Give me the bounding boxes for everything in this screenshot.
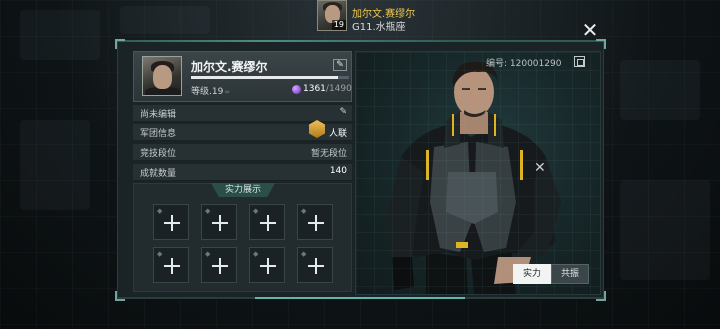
level-max-marker: ∞ xyxy=(224,88,231,96)
background-tile xyxy=(620,60,700,120)
profile-screen: 19 加尔文.赛缪尔 G11.水瓶座 ✕ 加尔文.赛缪尔 ✎ 等级.19∞ 13… xyxy=(0,0,720,329)
arena-rank-row: 竞技段位 暂无段位 xyxy=(133,144,352,161)
exp-bar xyxy=(191,76,349,79)
panel-top-edge xyxy=(117,40,604,42)
level-label: 等级. xyxy=(191,87,212,97)
level-value: 19 xyxy=(211,87,224,97)
corner-bracket xyxy=(596,39,606,49)
power-current: 1361 xyxy=(303,84,326,94)
tab-resonance[interactable]: 共振 xyxy=(551,264,589,284)
showcase-title: 实力展示 xyxy=(211,183,275,197)
player-name: 加尔文.赛缪尔 xyxy=(191,60,268,74)
power-gem-icon xyxy=(292,85,301,94)
copy-icon[interactable] xyxy=(574,56,585,67)
signature-label: 尚未编辑 xyxy=(140,110,177,120)
header-avatar-level: 19 xyxy=(331,20,346,30)
power-max: 1490 xyxy=(328,84,352,94)
showcase-slot[interactable]: ◆ xyxy=(249,247,285,283)
level-display: 等级.19∞ xyxy=(191,84,230,97)
edit-signature-icon[interactable]: ✎ xyxy=(339,107,347,117)
character-portrait-area: ✕ xyxy=(355,51,601,295)
arena-rank-value: 暂无段位 xyxy=(310,149,347,159)
header-avatar: 19 xyxy=(317,0,347,31)
showcase-slot[interactable]: ◆ xyxy=(249,204,285,240)
avatar[interactable] xyxy=(142,56,182,96)
signature-row[interactable]: 尚未编辑 ✎ xyxy=(133,105,352,122)
edit-icon[interactable]: ✎ xyxy=(333,59,347,71)
close-icon[interactable]: ✕ xyxy=(580,20,600,40)
showcase-slot[interactable]: ◆ xyxy=(201,204,237,240)
background-tile xyxy=(620,180,710,280)
guild-row: 军团信息 人联 xyxy=(133,120,352,141)
background-tile xyxy=(120,6,210,34)
showcase-slot[interactable]: ◆ xyxy=(201,247,237,283)
achievement-value: 140 xyxy=(329,166,347,176)
achievement-row: 成就数量 140 xyxy=(133,164,352,181)
view-tabs: 实力 共振 xyxy=(513,264,590,284)
header-zodiac: G11.水瓶座 xyxy=(352,22,406,33)
achievement-label: 成就数量 xyxy=(140,169,177,179)
panel-bottom-highlight xyxy=(255,297,465,299)
corner-bracket xyxy=(115,39,125,49)
showcase-slot[interactable]: ◆ xyxy=(297,247,333,283)
background-tile xyxy=(20,10,100,60)
tab-strength[interactable]: 实力 xyxy=(513,264,551,284)
guild-value: 人联 xyxy=(328,129,347,139)
showcase-slot[interactable]: ◆ xyxy=(153,247,189,283)
arena-rank-label: 竞技段位 xyxy=(140,149,177,159)
player-id: 编号: 120001290 xyxy=(486,59,562,69)
guild-label: 军团信息 xyxy=(140,129,177,139)
exp-bar-fill xyxy=(191,76,338,79)
background-tile xyxy=(20,120,90,210)
showcase-slot[interactable]: ◆ xyxy=(153,204,189,240)
corner-bracket xyxy=(115,291,125,301)
showcase-title-text: 实力展示 xyxy=(224,185,261,195)
showcase-slot[interactable]: ◆ xyxy=(297,204,333,240)
power-value: 1361/1490 xyxy=(303,84,352,94)
